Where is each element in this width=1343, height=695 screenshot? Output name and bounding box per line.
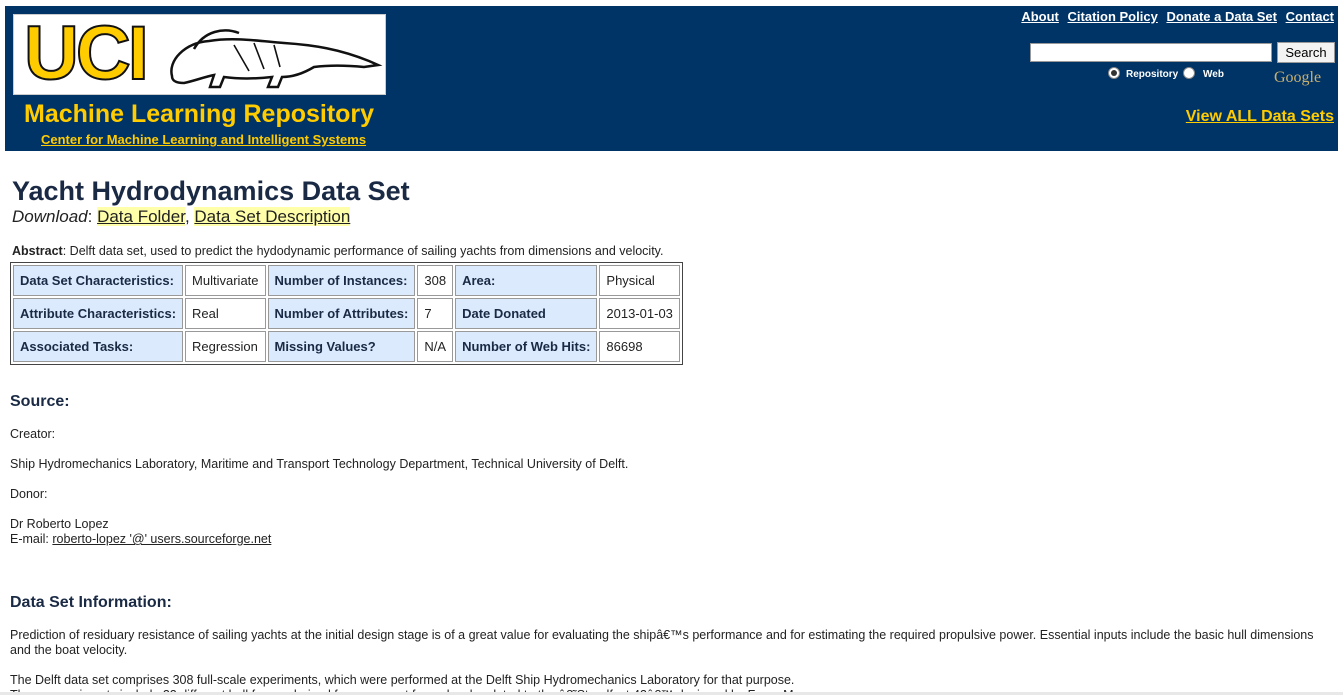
center-link[interactable]: Center for Machine Learning and Intellig… xyxy=(41,132,366,147)
table-key: Data Set Characteristics: xyxy=(13,265,184,296)
radio-web[interactable] xyxy=(1183,67,1195,79)
top-navigation: About Citation Policy Donate a Data Set … xyxy=(1016,9,1334,24)
nav-about[interactable]: About xyxy=(1021,9,1059,24)
info-paragraph: Prediction of residuary resistance of sa… xyxy=(10,628,1314,657)
table-row: Attribute Characteristics: Real Number o… xyxy=(13,298,680,329)
download-line: Download: Data Folder, Data Set Descript… xyxy=(12,207,351,226)
table-value: 86698 xyxy=(599,331,680,362)
abstract-text: : Delft data set, used to predict the hy… xyxy=(62,244,664,258)
table-key: Number of Attributes: xyxy=(267,298,416,329)
uci-logo[interactable]: UCI xyxy=(13,14,386,95)
donor-name: Dr Roberto Lopez xyxy=(10,517,109,531)
table-value: 308 xyxy=(417,265,454,296)
radio-repository[interactable] xyxy=(1108,67,1120,79)
table-row: Data Set Characteristics: Multivariate N… xyxy=(13,265,680,296)
table-value: Real xyxy=(185,298,266,329)
table-value: Physical xyxy=(599,265,680,296)
donor-label: Donor: xyxy=(10,487,48,501)
table-value: 2013-01-03 xyxy=(599,298,680,329)
table-row: Associated Tasks: Regression Missing Val… xyxy=(13,331,680,362)
data-folder-link[interactable]: Data Folder xyxy=(97,207,185,226)
logo-text: UCI xyxy=(23,14,150,95)
email-link[interactable]: roberto-lopez '@' users.sourceforge.net xyxy=(52,532,271,546)
view-all-datasets-link[interactable]: View ALL Data Sets xyxy=(1186,108,1334,126)
nav-donate[interactable]: Donate a Data Set xyxy=(1166,9,1277,24)
abstract: Abstract: Delft data set, used to predic… xyxy=(12,244,663,258)
abstract-label: Abstract xyxy=(12,244,63,258)
table-key: Missing Values? xyxy=(267,331,416,362)
table-key: Number of Instances: xyxy=(267,265,416,296)
email-label: E-mail: xyxy=(10,532,53,546)
table-value: Multivariate xyxy=(185,265,266,296)
table-key: Associated Tasks: xyxy=(13,331,184,362)
dataset-characteristics-table: Data Set Characteristics: Multivariate N… xyxy=(10,262,683,365)
data-description-link[interactable]: Data Set Description xyxy=(194,207,351,226)
anteater-icon xyxy=(170,29,383,89)
download-label: Download xyxy=(12,207,88,226)
radio-repository-label: Repository xyxy=(1126,69,1179,80)
google-logo: Google xyxy=(1274,69,1322,86)
page-title: Yacht Hydrodynamics Data Set xyxy=(12,176,410,206)
table-key: Date Donated xyxy=(455,298,598,329)
nav-citation-policy[interactable]: Citation Policy xyxy=(1068,9,1158,24)
search-input[interactable] xyxy=(1030,43,1272,62)
nav-contact[interactable]: Contact xyxy=(1286,9,1334,24)
creator-label: Creator: xyxy=(10,427,56,441)
source-heading: Source: xyxy=(10,393,70,410)
info-heading: Data Set Information: xyxy=(10,594,172,611)
site-title: Machine Learning Repository xyxy=(24,100,375,128)
info-paragraph: The Delft data set comprises 308 full-sc… xyxy=(10,673,795,687)
table-value: N/A xyxy=(417,331,454,362)
table-key: Number of Web Hits: xyxy=(455,331,598,362)
table-key: Area: xyxy=(455,265,598,296)
radio-web-label: Web xyxy=(1203,69,1224,80)
site-header: UCI Machine Learning Repository Center f… xyxy=(5,6,1338,151)
search-button[interactable]: Search xyxy=(1277,42,1335,63)
table-value: Regression xyxy=(185,331,266,362)
table-key: Attribute Characteristics: xyxy=(13,298,184,329)
creator-text: Ship Hydromechanics Laboratory, Maritime… xyxy=(10,457,629,471)
donor-email-line: E-mail: roberto-lopez '@' users.sourcefo… xyxy=(10,532,1330,547)
table-value: 7 xyxy=(417,298,454,329)
